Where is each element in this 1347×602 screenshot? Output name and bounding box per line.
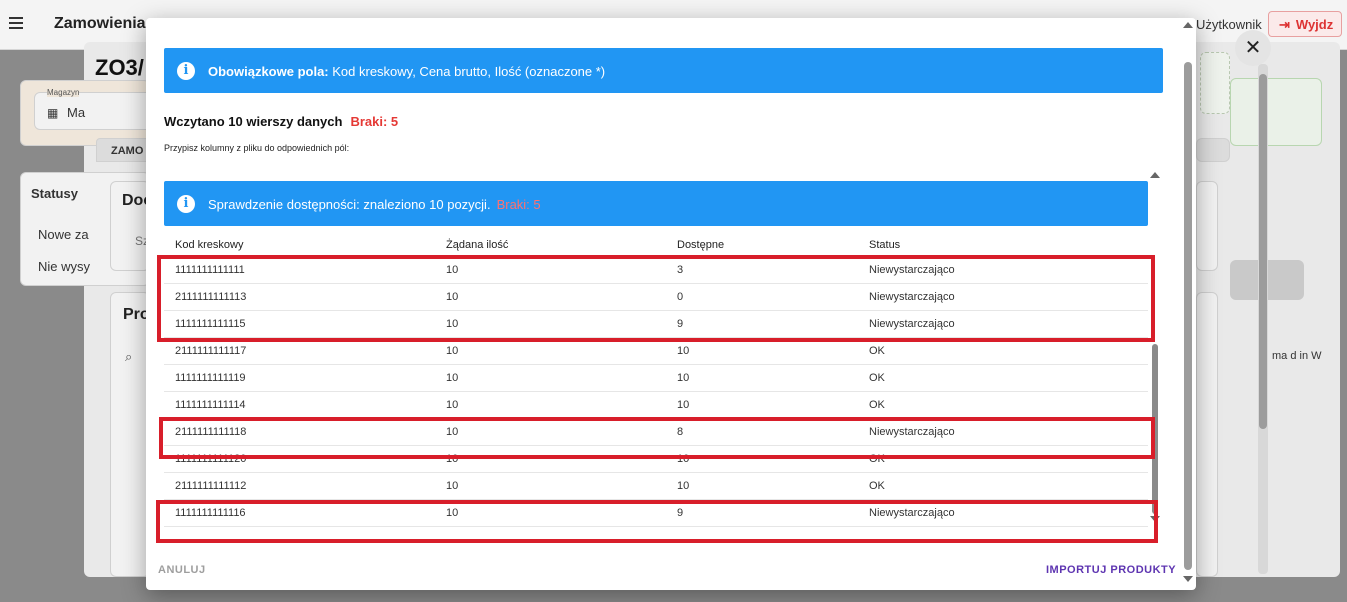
background-scrollbar[interactable] [1258, 64, 1268, 574]
documents-card-right [1196, 181, 1218, 271]
modal-scroll-up-icon[interactable] [1183, 22, 1193, 28]
availability-missing: Braki: 5 [496, 197, 541, 212]
logout-button[interactable]: ⇥ Wyjdz [1268, 11, 1342, 37]
loaded-rows-text: Wczytano 10 wierszy danych [164, 114, 343, 129]
side-green-card [1230, 78, 1322, 146]
available-cell: 10 [666, 472, 858, 500]
header-available: Dostępne [666, 234, 858, 257]
tab-order[interactable]: ZAMO [96, 138, 148, 162]
warehouse-value: Ma [67, 105, 86, 120]
search-icon: ⌕ [125, 349, 133, 364]
requested-cell: 10 [435, 364, 666, 392]
status-item-new[interactable]: Nowe za [38, 227, 89, 242]
available-cell: 10 [666, 391, 858, 419]
side-dropzone [1200, 52, 1230, 114]
app-title: Zamowienia [54, 15, 146, 32]
highlight-box [156, 500, 1158, 543]
info-icon: i [177, 195, 195, 213]
status-item-not-sent[interactable]: Nie wysy [38, 259, 90, 274]
loaded-rows-title: Wczytano 10 wierszy danych Braki: 5 [164, 114, 398, 129]
requested-cell: 10 [435, 472, 666, 500]
required-fields-bold: Obowiązkowe pola: [208, 64, 329, 79]
statuses-title: Statusy [31, 186, 78, 201]
menu-icon[interactable] [9, 17, 23, 29]
availability-info: i Sprawdzenie dostępności: znaleziono 10… [164, 181, 1148, 226]
barcode-cell: 2111111111112 [164, 472, 435, 500]
documents-card: Doc Sz [110, 181, 152, 271]
info-icon: i [177, 62, 195, 80]
modal-scrollbar[interactable] [1184, 62, 1192, 570]
logout-icon: ⇥ [1279, 17, 1290, 32]
header-barcode: Kod kreskowy [164, 234, 435, 257]
side-text: ma d in W [1272, 350, 1322, 362]
order-heading: ZO3/ [95, 55, 144, 80]
availability-text: Sprawdzenie dostępności: znaleziono 10 p… [208, 197, 491, 212]
header-requested: Żądana ilość [435, 234, 666, 257]
table-header-row: Kod kreskowy Żądana ilość Dostępne Statu… [164, 234, 1148, 257]
barcode-cell: 1111111111114 [164, 391, 435, 419]
available-cell: 10 [666, 364, 858, 392]
barcode-cell: 1111111111119 [164, 364, 435, 392]
required-fields-info: i Obowiązkowe pola: Kod kreskowy, Cena b… [164, 48, 1163, 93]
import-products-button[interactable]: IMPORTUJ PRODUKTY [1046, 564, 1176, 576]
cancel-button[interactable]: ANULUJ [158, 564, 206, 576]
tab-order-label: ZAMO [111, 145, 144, 157]
table-row: 2111111111112 10 10 OK [164, 472, 1148, 500]
status-cell: OK [858, 364, 1148, 392]
logout-label: Wyjdz [1295, 17, 1334, 32]
status-cell: OK [858, 391, 1148, 419]
table-scroll-up-icon[interactable] [1150, 172, 1160, 178]
highlight-box [157, 255, 1155, 342]
close-icon[interactable]: ✕ [1235, 30, 1271, 66]
required-fields-text: Kod kreskowy, Cena brutto, Ilość (oznacz… [332, 64, 606, 79]
tab-strip-end [1196, 138, 1230, 162]
products-card: Pro ⌕ [110, 292, 150, 577]
loaded-missing-count: Braki: 5 [350, 114, 399, 129]
requested-cell: 10 [435, 391, 666, 419]
header-status: Status [858, 234, 1148, 257]
highlight-box [159, 417, 1155, 459]
table-row: 1111111111114 10 10 OK [164, 391, 1148, 419]
status-cell: OK [858, 472, 1148, 500]
modal-scroll-down-icon[interactable] [1183, 576, 1193, 582]
assign-columns-hint: Przypisz kolumny z pliku do odpowiednich… [164, 143, 350, 153]
warehouse-select[interactable]: Magazyn ▦ Ma [34, 88, 154, 130]
warehouse-label: Magazyn [47, 88, 80, 97]
warehouse-icon: ▦ [47, 106, 59, 120]
products-card-right [1196, 292, 1218, 577]
table-row: 1111111111119 10 10 OK [164, 364, 1148, 392]
